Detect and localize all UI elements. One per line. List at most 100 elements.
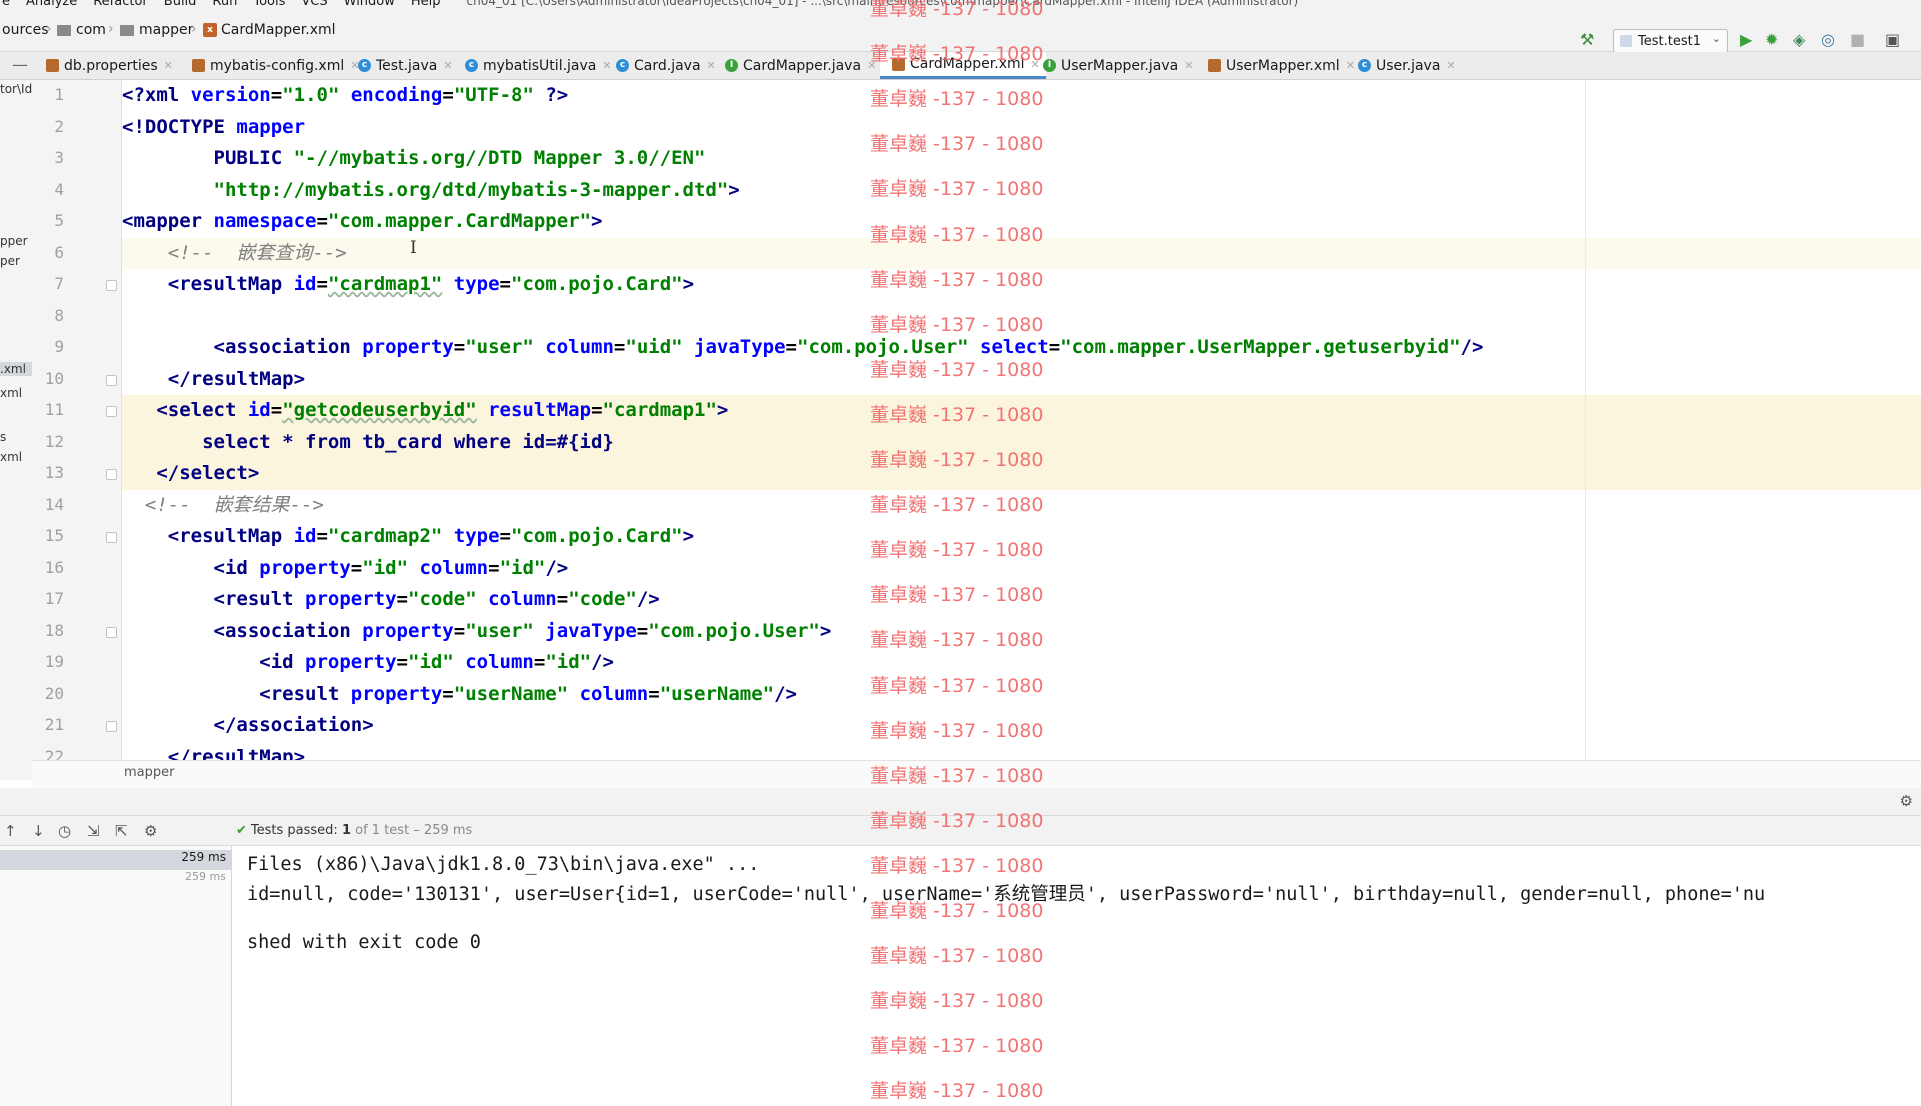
tab-usermapper-java[interactable]: I UserMapper.java ✕ xyxy=(1043,52,1193,79)
tab-mybatisutil-java[interactable]: c mybatisUtil.java ✕ xyxy=(465,52,612,79)
menu-item[interactable]: Analyze xyxy=(26,0,77,9)
code-token: property xyxy=(305,588,397,610)
run-configuration-select[interactable]: Test.test1 ⌄ xyxy=(1613,29,1728,53)
stop-icon[interactable]: ■ xyxy=(1850,30,1865,49)
debug-icon[interactable]: ✹ xyxy=(1765,30,1778,49)
tab-db-properties[interactable]: db.properties ✕ xyxy=(46,52,173,79)
code-token: = xyxy=(499,273,511,295)
close-icon[interactable]: ✕ xyxy=(602,59,611,72)
code-token: = xyxy=(533,651,546,673)
menu-item[interactable]: Tools xyxy=(253,0,285,9)
close-icon[interactable]: ✕ xyxy=(1184,59,1193,72)
close-icon[interactable]: ✕ xyxy=(443,59,452,72)
code-token: column xyxy=(488,588,557,610)
export-tests-icon[interactable]: ⇱ xyxy=(115,822,128,840)
tab-test-java[interactable]: c Test.java ✕ xyxy=(358,52,453,79)
gear-icon[interactable]: ⚙ xyxy=(1900,792,1913,810)
fold-marker-icon[interactable] xyxy=(106,374,117,386)
menu-item[interactable]: Window xyxy=(344,0,395,9)
fold-marker-icon[interactable] xyxy=(106,532,117,543)
code-token: "cardmap1" xyxy=(602,399,717,421)
close-icon[interactable]: ✕ xyxy=(164,59,173,72)
watermark-text: 董卓巍 -137 - 1080 xyxy=(870,854,1044,877)
code-token: "getcodeuserbyid" xyxy=(282,399,477,421)
line-number: 9 xyxy=(54,337,64,356)
breadcrumb-item-mapper[interactable]: mapper xyxy=(120,22,193,38)
code-token: "code" xyxy=(408,588,477,610)
project-tree-item[interactable]: s xyxy=(0,430,6,444)
code-token: "cardmap1" xyxy=(327,273,443,295)
tab-user-java[interactable]: c User.java ✕ xyxy=(1358,52,1456,79)
arrow-down-icon[interactable]: ↓ xyxy=(32,822,45,840)
close-icon[interactable]: ✕ xyxy=(1346,59,1355,72)
project-structure-icon[interactable]: ▣ xyxy=(1885,30,1900,49)
code-line: </resultMap> xyxy=(122,742,1921,761)
xml-file-icon: x xyxy=(203,23,217,37)
tab-usermapper-xml[interactable]: UserMapper.xml ✕ xyxy=(1202,52,1355,79)
line-number: 18 xyxy=(44,620,64,640)
watermark-text: 董卓巍 -137 - 1080 xyxy=(870,1035,1044,1058)
editor-breadcrumb-item[interactable]: mapper xyxy=(124,765,174,780)
project-tree-item[interactable]: pper xyxy=(0,234,28,248)
project-tree-item[interactable]: .xml xyxy=(0,362,32,376)
code-token: <mapper xyxy=(122,210,214,232)
menu-item[interactable]: Run xyxy=(212,0,237,9)
profile-icon[interactable]: ◎ xyxy=(1821,30,1835,49)
class-icon: c xyxy=(465,59,478,72)
watermark-text: 董卓巍 -137 - 1080 xyxy=(870,719,1044,742)
breadcrumb-item-resources[interactable]: ources xyxy=(2,22,49,38)
menu-item[interactable]: VCS xyxy=(301,0,327,9)
project-tree-item[interactable]: xml xyxy=(0,450,22,464)
test-tree-row[interactable]: 259 ms xyxy=(0,850,232,870)
project-tree-item[interactable]: xml xyxy=(0,386,22,400)
code-token: "com.mapper.CardMapper" xyxy=(327,210,592,232)
import-tests-icon[interactable]: ⇲ xyxy=(87,822,100,840)
run-icon[interactable]: ▶ xyxy=(1740,30,1752,49)
menu-item[interactable]: Build xyxy=(164,0,197,9)
line-number: 15 xyxy=(44,526,64,545)
watermark-text: 董卓巍 -137 - 1080 xyxy=(870,900,1044,922)
watermark-text: 董卓巍 -137 - 1080 xyxy=(870,629,1044,652)
close-icon[interactable]: ✕ xyxy=(707,59,716,72)
code-token: /> xyxy=(1460,336,1484,358)
chevron-right-icon: › xyxy=(46,21,52,37)
watermark-text: 董卓巍 -137 - 1080 xyxy=(870,449,1044,471)
code-token: = xyxy=(488,556,500,579)
close-icon[interactable]: ✕ xyxy=(1446,59,1455,72)
breadcrumb-item-com[interactable]: com xyxy=(57,22,106,38)
project-tree-item[interactable]: tor\Id xyxy=(0,82,32,96)
watermark-text: 董卓巍 -137 - 1080 xyxy=(870,358,1044,381)
tab-card-java[interactable]: c Card.java ✕ xyxy=(616,52,716,79)
menu-item[interactable]: Help xyxy=(411,0,441,9)
menu-item[interactable]: e xyxy=(2,0,10,9)
code-token: id xyxy=(247,399,271,421)
fold-marker-icon[interactable] xyxy=(106,280,117,291)
settings-icon[interactable]: ⚙ xyxy=(144,822,157,840)
collapse-icon[interactable]: — xyxy=(12,55,28,74)
history-icon[interactable]: ◷ xyxy=(58,822,71,840)
code-token: "UTF-8" xyxy=(453,84,534,106)
fold-marker-icon[interactable] xyxy=(106,626,117,638)
fold-marker-icon[interactable] xyxy=(106,406,117,417)
coverage-icon[interactable]: ◈ xyxy=(1793,30,1805,49)
code-token: = xyxy=(499,525,511,547)
test-class-icon: c xyxy=(358,59,371,72)
code-token: /> xyxy=(591,651,614,673)
breadcrumb-item-cardmapper-xml[interactable]: x CardMapper.xml xyxy=(203,22,336,38)
arrow-up-icon[interactable]: ↑ xyxy=(4,822,17,840)
test-tree-row[interactable]: 259 ms xyxy=(0,870,232,890)
fold-marker-icon[interactable] xyxy=(106,721,117,732)
tests-passed-status: ✔ Tests passed: 1 of 1 test – 259 ms xyxy=(236,823,473,838)
code-token: "-//mybatis.org//DTD Mapper 3.0//EN" xyxy=(293,147,706,169)
code-token: = xyxy=(442,84,454,106)
build-hammer-icon[interactable]: ⚒ xyxy=(1580,30,1594,49)
project-tree-item[interactable]: per xyxy=(0,254,20,268)
console-output[interactable]: Files (x86)\Java\jdk1.8.0_73\bin\java.ex… xyxy=(232,846,1921,1106)
fold-marker-icon[interactable] xyxy=(106,469,117,480)
tab-mybatis-config-xml[interactable]: mybatis-config.xml ✕ xyxy=(186,52,359,79)
code-token: property xyxy=(362,336,454,358)
tab-cardmapper-java[interactable]: I CardMapper.java ✕ xyxy=(725,52,876,79)
menu-item[interactable]: Refactor xyxy=(93,0,148,9)
watermark-text: 董卓巍 -137 - 1080 xyxy=(870,494,1044,517)
